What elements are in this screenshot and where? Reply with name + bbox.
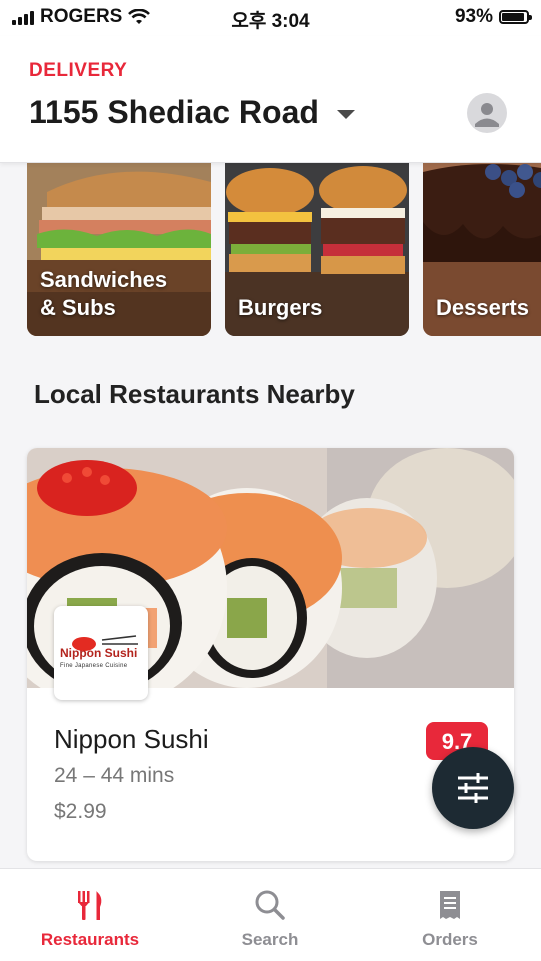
category-carousel[interactable]: Sandwiches & Subs Burgers Desserts [0,162,541,336]
location-header: DELIVERY 1155 Shediac Road [0,36,541,163]
status-bar: ROGERS 오후 3:04 93% [0,0,541,36]
battery-percent: 93% [454,6,493,27]
address-text: 1155 Shediac Road [29,94,319,130]
tab-restaurants[interactable]: Restaurants [0,869,180,961]
avatar[interactable] [467,93,507,133]
receipt-icon [440,891,460,919]
delivery-mode-label[interactable]: DELIVERY [29,60,127,82]
category-card-desserts[interactable]: Desserts [423,162,541,336]
category-card-burgers[interactable]: Burgers [225,162,409,336]
bottom-tab-bar: Restaurants Search Orders [0,868,541,961]
fork-knife-icon [78,891,102,920]
category-label: Desserts [436,295,529,320]
sliders-icon [458,773,488,803]
address-selector[interactable]: 1155 Shediac Road [29,94,355,131]
section-title: Local Restaurants Nearby [34,379,355,409]
battery-icon [499,10,532,24]
battery-group: 93% [454,6,532,28]
tab-label: Restaurants [40,930,140,949]
avatar-icon [475,103,499,127]
logo-tagline: Fine Japanese Cuisine [60,663,128,669]
tab-orders[interactable]: Orders [360,869,540,961]
delivery-fee: $2.99 [54,800,107,823]
category-label: Sandwiches & Subs [40,267,168,320]
tab-label: Orders [422,930,478,949]
tab-search[interactable]: Search [180,869,360,961]
category-label: Burgers [238,295,323,320]
restaurant-logo: Nippon Sushi Fine Japanese Cuisine [54,606,148,700]
category-card-sandwiches[interactable]: Sandwiches & Subs [27,162,211,336]
tab-label: Search [241,930,299,949]
search-icon [255,890,285,920]
logo-text: Nippon Sushi [60,646,138,660]
delivery-time: 24 – 44 mins [54,764,175,787]
chevron-down-icon[interactable] [336,110,355,119]
filter-button[interactable] [432,747,514,829]
restaurant-name: Nippon Sushi [54,724,209,754]
